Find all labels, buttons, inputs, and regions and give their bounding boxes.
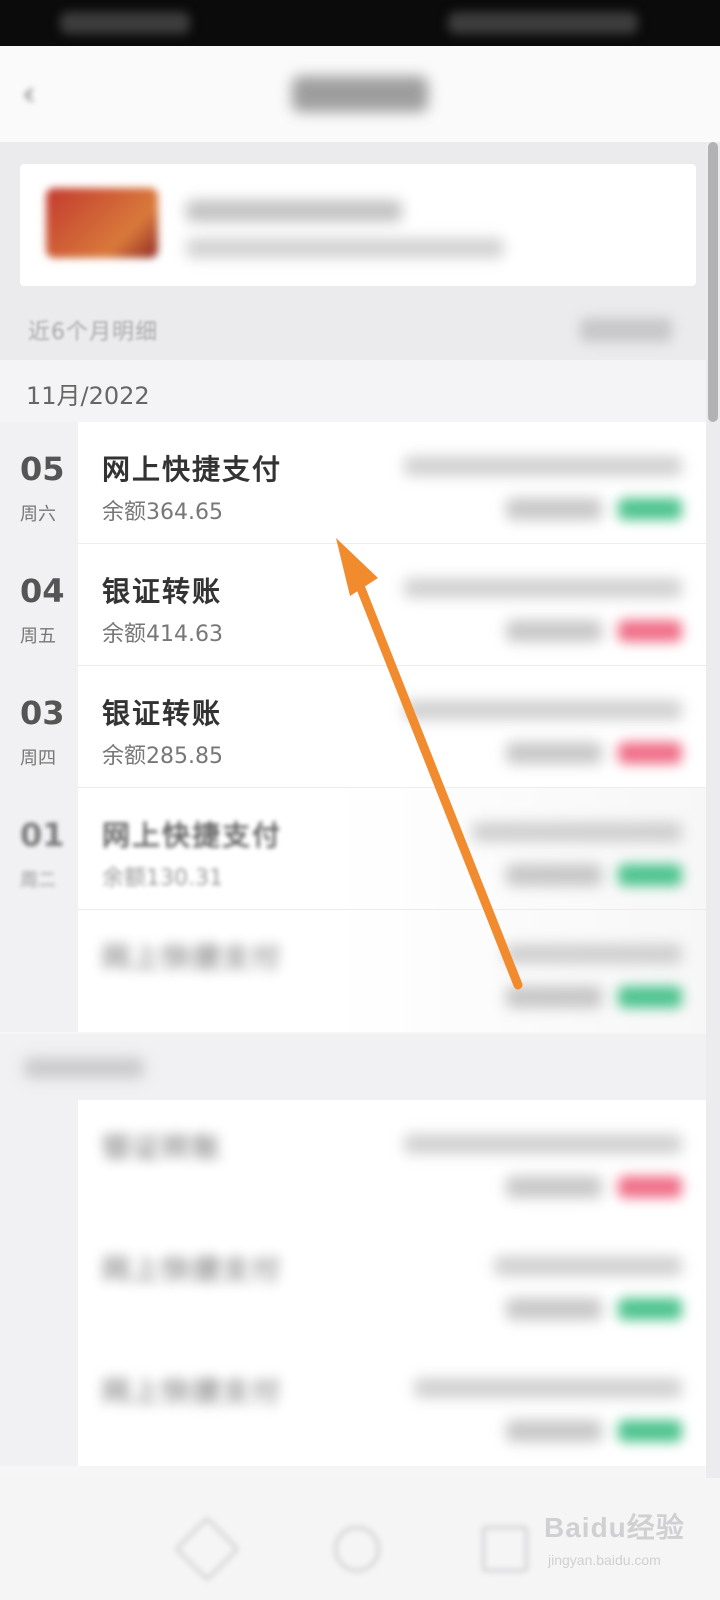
nav-recent-icon[interactable] (482, 1526, 528, 1572)
bank-card-icon (46, 188, 158, 258)
transaction-channel-blurred (506, 1420, 602, 1442)
transaction-title: 银证转账 (102, 697, 223, 730)
transaction-counterparty-blurred (404, 578, 682, 598)
range-label[interactable]: 近6个月明细 (28, 314, 158, 346)
transaction-title: 网上快捷支付 (102, 1375, 283, 1408)
nav-back-icon[interactable] (174, 1516, 240, 1582)
transaction-counterparty-blurred (404, 1134, 682, 1154)
transaction-amount-blurred (618, 864, 682, 886)
baidu-watermark: Baidu经验 jingyan.baidu.com (540, 1492, 710, 1582)
transaction-row[interactable]: 网上快捷支付 (0, 1222, 706, 1344)
transaction-title: 银证转账 (102, 1131, 223, 1164)
transaction-amount-blurred (618, 498, 682, 520)
scrollbar[interactable] (706, 142, 720, 1600)
transaction-amount-blurred (618, 1420, 682, 1442)
transaction-counterparty-blurred (504, 944, 682, 964)
transaction-balance: 余额364.65 (102, 500, 223, 525)
transaction-channel-blurred (506, 1298, 602, 1320)
date-column (0, 1344, 78, 1466)
transaction-counterparty-blurred (404, 456, 682, 476)
account-card[interactable] (20, 164, 696, 286)
transaction-day: 05 (20, 450, 65, 488)
transaction-row[interactable]: 01 周二 网上快捷支付 余额130.31 (0, 788, 706, 910)
transaction-amount-blurred (618, 986, 682, 1008)
transaction-row[interactable]: 05 周六 网上快捷支付 余额364.65 (0, 422, 706, 544)
transaction-day: 01 (20, 816, 65, 854)
transaction-title: 网上快捷支付 (102, 453, 283, 486)
date-column (0, 1222, 78, 1344)
transaction-channel-blurred (506, 1176, 602, 1198)
account-card-section (0, 142, 706, 300)
transaction-channel-blurred (506, 498, 602, 520)
title-bar: ‹ (0, 46, 720, 142)
range-filter-bar: 近6个月明细 (0, 300, 706, 360)
transaction-title: 网上快捷支付 (102, 941, 283, 974)
transaction-amount-blurred (618, 620, 682, 642)
transaction-counterparty-blurred (404, 700, 682, 720)
scrollbar-thumb[interactable] (708, 142, 718, 422)
month-label: 11月/2022 (26, 382, 150, 410)
transaction-amount-blurred (618, 1176, 682, 1198)
transaction-channel-blurred (506, 620, 602, 642)
transaction-counterparty-blurred (414, 1378, 682, 1398)
date-column (0, 910, 78, 1032)
transaction-title: 网上快捷支付 (102, 819, 283, 852)
transaction-balance: 余额285.85 (102, 744, 223, 769)
status-left-blur (60, 12, 190, 34)
transaction-amount-blurred (618, 1298, 682, 1320)
status-bar (0, 0, 720, 46)
transaction-row[interactable]: 网上快捷支付 (0, 1344, 706, 1466)
transaction-counterparty-blurred (472, 822, 682, 842)
transaction-row[interactable]: 网上快捷支付 (0, 910, 706, 1032)
filter-button-blurred[interactable] (580, 318, 672, 342)
back-arrow-icon[interactable]: ‹ (22, 76, 46, 112)
transaction-title: 银证转账 (102, 575, 223, 608)
card-number-blurred (186, 200, 402, 222)
date-column (0, 1100, 78, 1222)
transaction-weekday: 周二 (20, 870, 56, 891)
status-right-blur (448, 12, 638, 34)
transaction-day: 04 (20, 572, 65, 610)
watermark-url: jingyan.baidu.com (548, 1552, 661, 1568)
card-type-blurred (186, 238, 504, 258)
transaction-channel-blurred (506, 742, 602, 764)
transaction-day: 03 (20, 694, 65, 732)
transaction-counterparty-blurred (494, 1256, 682, 1276)
transaction-balance: 余额130.31 (102, 866, 223, 891)
transaction-weekday: 周六 (20, 504, 56, 525)
transaction-balance: 余额414.63 (102, 622, 223, 647)
transaction-amount-blurred (618, 742, 682, 764)
transaction-channel-blurred (506, 986, 602, 1008)
transaction-weekday: 周五 (20, 626, 56, 647)
transaction-row[interactable]: 04 周五 银证转账 余额414.63 (0, 544, 706, 666)
month-header-blurred (0, 1034, 706, 1100)
transaction-channel-blurred (506, 864, 602, 886)
watermark-brand: Baidu经验 (544, 1512, 685, 1543)
month-header: 11月/2022 (0, 360, 706, 423)
transaction-row[interactable]: 银证转账 (0, 1100, 706, 1222)
transaction-row[interactable]: 03 周四 银证转账 余额285.85 (0, 666, 706, 788)
transaction-weekday: 周四 (20, 748, 56, 769)
transaction-title: 网上快捷支付 (102, 1253, 283, 1286)
nav-home-icon[interactable] (334, 1526, 380, 1572)
month-label-blurred (24, 1058, 144, 1078)
page-title-blurred (292, 76, 428, 112)
